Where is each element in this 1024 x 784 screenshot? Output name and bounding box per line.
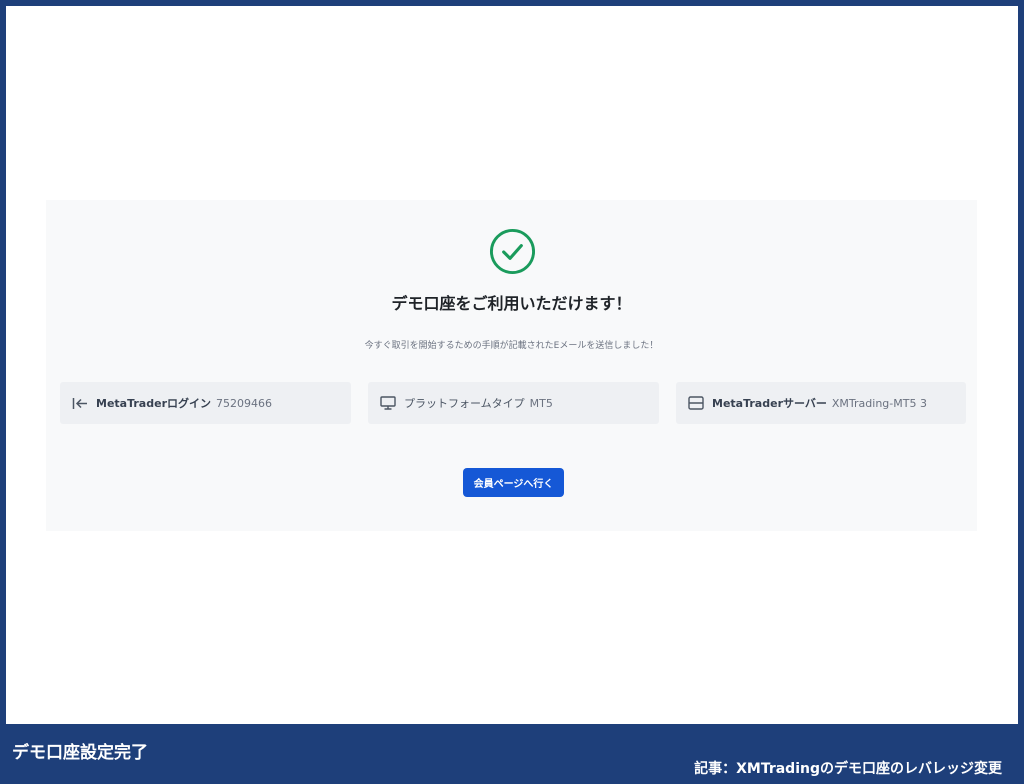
success-card: デモ口座をご利用いただけます！ 今すぐ取引を開始するための手順が記載されたEメー…: [46, 200, 977, 531]
login-value: 75209466: [216, 396, 272, 410]
email-sent-message: 今すぐ取引を開始するための手順が記載されたEメールを送信しました！: [364, 341, 659, 351]
login-label: MetaTraderログイン: [96, 397, 211, 410]
info-box-platform: プラットフォームタイプ MT5: [368, 382, 659, 424]
info-box-login: MetaTraderログイン 75209466: [60, 382, 351, 424]
server-icon: [688, 396, 706, 410]
server-value: XMTrading-MT5 3: [831, 396, 927, 410]
caption-title: デモ口座設定完了: [12, 743, 148, 763]
caption-article: 記事：XMTradingのデモ口座のレバレッジ変更: [694, 761, 1002, 777]
check-circle-icon: [489, 228, 536, 275]
server-label: MetaTraderサーバー: [712, 397, 827, 410]
screenshot-frame: デモ口座をご利用いただけます！ 今すぐ取引を開始するための手順が記載されたEメー…: [6, 6, 1018, 724]
platform-label: プラットフォームタイプ: [404, 397, 525, 410]
monitor-icon: [380, 396, 398, 410]
page-title: デモ口座をご利用いただけます！: [391, 294, 632, 313]
info-box-server: MetaTraderサーバー XMTrading-MT5 3: [676, 382, 966, 424]
platform-value: MT5: [529, 396, 553, 410]
login-arrow-icon: [72, 396, 90, 410]
member-page-button[interactable]: 会員ページへ行く: [463, 468, 564, 497]
